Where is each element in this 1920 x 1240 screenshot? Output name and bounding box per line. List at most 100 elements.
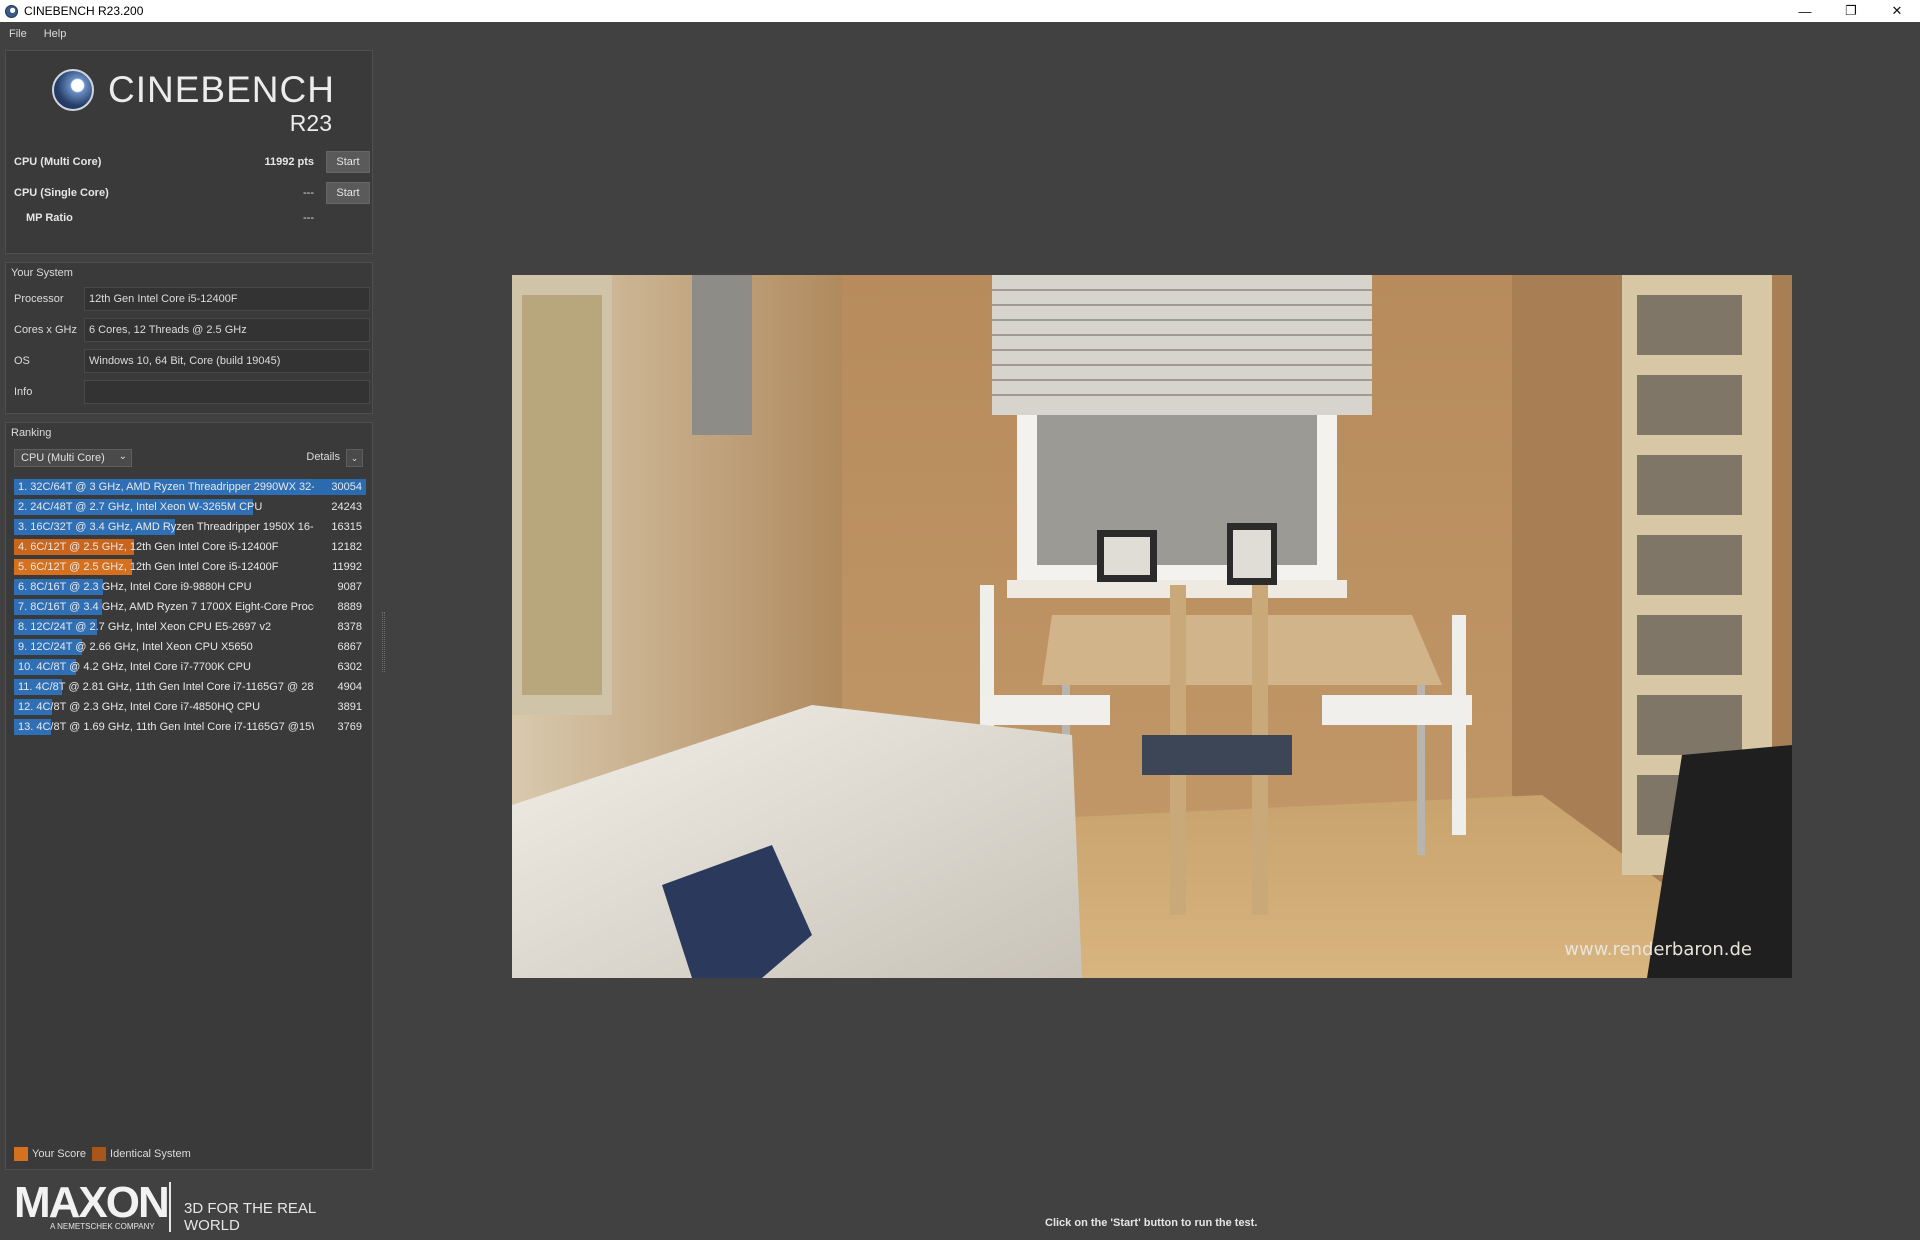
minimize-icon: — (1798, 3, 1812, 19)
maxon-slogan: 3D FOR THE REAL WORLD (184, 1200, 316, 1234)
ranking-list: 1. 32C/64T @ 3 GHz, AMD Ryzen Threadripp… (14, 477, 366, 737)
mp-ratio-label: MP Ratio (26, 212, 73, 224)
ranking-cpu-name: 12. 4C/8T @ 2.3 GHz, Intel Core i7-4850H… (18, 701, 261, 713)
mp-ratio-row: MP Ratio --- (26, 207, 370, 229)
ranking-cpu-name: 3. 16C/32T @ 3.4 GHz, AMD Ryzen Threadri… (18, 521, 314, 533)
ranking-score-value: 4904 (337, 681, 362, 693)
ranking-row[interactable]: 3. 16C/32T @ 3.4 GHz, AMD Ryzen Threadri… (14, 517, 366, 537)
chevron-down-icon: ⌄ (350, 452, 359, 463)
maxon-logo: MAXON (14, 1178, 170, 1227)
single-core-label: CPU (Single Core) (14, 187, 109, 199)
multi-core-label: CPU (Multi Core) (14, 156, 102, 168)
render-watermark: www.renderbaron.de (1564, 939, 1752, 960)
ranking-row[interactable]: 8. 12C/24T @ 2.7 GHz, Intel Xeon CPU E5-… (14, 617, 366, 637)
ranking-cpu-name: 1. 32C/64T @ 3 GHz, AMD Ryzen Threadripp… (18, 481, 314, 493)
ranking-cpu-name: 13. 4C/8T @ 1.69 GHz, 11th Gen Intel Cor… (18, 721, 314, 733)
window-controls: — ❐ ✕ (1782, 0, 1920, 22)
legend-identical-system: Identical System (92, 1147, 191, 1161)
info-label: Info (14, 386, 33, 398)
footer-divider (169, 1182, 171, 1232)
info-field[interactable] (84, 380, 370, 404)
ranking-cpu-name: 5. 6C/12T @ 2.5 GHz, 12th Gen Intel Core… (18, 561, 279, 573)
ranking-cpu-name: 9. 12C/24T @ 2.66 GHz, Intel Xeon CPU X5… (18, 641, 253, 653)
ranking-row[interactable]: 9. 12C/24T @ 2.66 GHz, Intel Xeon CPU X5… (14, 637, 366, 657)
menu-file[interactable]: File (9, 28, 27, 40)
menu-bar: File Help (0, 22, 80, 46)
processor-field: 12th Gen Intel Core i5-12400F (84, 287, 370, 311)
mp-ratio-value: --- (303, 212, 314, 224)
panel-splitter-handle[interactable] (382, 612, 385, 672)
ranking-row[interactable]: 7. 8C/16T @ 3.4 GHz, AMD Ryzen 7 1700X E… (14, 597, 366, 617)
legend-your-score: Your Score (14, 1147, 86, 1161)
ranking-cpu-name: 6. 8C/16T @ 2.3 GHz, Intel Core i9-9880H… (18, 581, 252, 593)
ranking-test-select[interactable]: CPU (Multi Core) ⌄ (14, 449, 132, 467)
close-button[interactable]: ✕ (1874, 0, 1920, 22)
multi-core-score: 11992 pts (264, 156, 314, 168)
os-row: OS Windows 10, 64 Bit, Core (build 19045… (14, 349, 370, 373)
render-preview-image: www.renderbaron.de (512, 275, 1792, 978)
legend-your-score-label: Your Score (32, 1148, 87, 1160)
multi-core-start-button[interactable]: Start (326, 151, 370, 173)
ranking-row[interactable]: 12. 4C/8T @ 2.3 GHz, Intel Core i7-4850H… (14, 697, 366, 717)
info-row: Info (14, 380, 370, 404)
ranking-row[interactable]: 11. 4C/8T @ 2.81 GHz, 11th Gen Intel Cor… (14, 677, 366, 697)
maxon-tagline: A NEMETSCHEK COMPANY (50, 1222, 155, 1231)
chevron-down-icon: ⌄ (118, 451, 127, 462)
cores-row: Cores x GHz 6 Cores, 12 Threads @ 2.5 GH… (14, 318, 370, 342)
ranking-row[interactable]: 5. 6C/12T @ 2.5 GHz, 12th Gen Intel Core… (14, 557, 366, 577)
legend-identical-swatch (92, 1147, 107, 1161)
restore-button[interactable]: ❐ (1828, 0, 1874, 22)
ranking-score-value: 24243 (331, 501, 362, 513)
render-preview: www.renderbaron.de (512, 275, 1792, 978)
ranking-cpu-name: 10. 4C/8T @ 4.2 GHz, Intel Core i7-7700K… (18, 661, 251, 673)
ranking-row[interactable]: 2. 24C/48T @ 2.7 GHz, Intel Xeon W-3265M… (14, 497, 366, 517)
single-core-score: --- (303, 187, 314, 199)
ranking-cpu-name: 11. 4C/8T @ 2.81 GHz, 11th Gen Intel Cor… (18, 681, 314, 693)
logo-version: R23 (289, 110, 332, 136)
ranking-score-value: 30054 (331, 481, 362, 493)
status-message: Click on the 'Start' button to run the t… (1045, 1217, 1258, 1229)
os-label: OS (14, 355, 30, 367)
multi-core-row: CPU (Multi Core) 11992 pts Start (14, 151, 370, 173)
ranking-panel: Ranking CPU (Multi Core) ⌄ Details ⌄ 1. … (5, 422, 373, 1170)
minimize-button[interactable]: — (1782, 0, 1828, 22)
ranking-score-value: 8378 (337, 621, 362, 633)
cores-label: Cores x GHz (14, 324, 77, 336)
ranking-row[interactable]: 13. 4C/8T @ 1.69 GHz, 11th Gen Intel Cor… (14, 717, 366, 737)
processor-row: Processor 12th Gen Intel Core i5-12400F (14, 287, 370, 311)
ranking-score-value: 3769 (337, 721, 362, 733)
ranking-score-value: 12182 (331, 541, 362, 553)
ranking-row[interactable]: 4. 6C/12T @ 2.5 GHz, 12th Gen Intel Core… (14, 537, 366, 557)
close-icon: ✕ (1891, 3, 1903, 18)
title-bar: CINEBENCH R23.200 — ❐ ✕ (0, 0, 1920, 22)
cinebench-app-icon (5, 4, 18, 18)
ranking-cpu-name: 2. 24C/48T @ 2.7 GHz, Intel Xeon W-3265M… (18, 501, 263, 513)
benchmark-panel: CINEBENCH R23 CPU (Multi Core) 11992 pts… (5, 50, 373, 254)
ranking-legend: Your Score Identical System (14, 1147, 197, 1161)
ranking-cpu-name: 4. 6C/12T @ 2.5 GHz, 12th Gen Intel Core… (18, 541, 279, 553)
ranking-score-value: 6302 (337, 661, 362, 673)
window-title: CINEBENCH R23.200 (24, 4, 144, 18)
ranking-score-value: 11992 (332, 561, 362, 573)
details-toggle-button[interactable]: ⌄ (346, 449, 363, 467)
ranking-row[interactable]: 10. 4C/8T @ 4.2 GHz, Intel Core i7-7700K… (14, 657, 366, 677)
cinebench-logo: CINEBENCH R23 (52, 63, 352, 136)
details-label: Details (306, 451, 340, 463)
logo-title: CINEBENCH (108, 69, 335, 110)
ranking-cpu-name: 7. 8C/16T @ 3.4 GHz, AMD Ryzen 7 1700X E… (18, 601, 314, 613)
ranking-cpu-name: 8. 12C/24T @ 2.7 GHz, Intel Xeon CPU E5-… (18, 621, 272, 633)
cores-field: 6 Cores, 12 Threads @ 2.5 GHz (84, 318, 370, 342)
your-system-title: Your System (11, 267, 73, 279)
menu-help[interactable]: Help (44, 28, 67, 40)
ranking-score-value: 16315 (331, 521, 362, 533)
restore-icon: ❐ (1845, 3, 1857, 18)
cinebench-logo-icon (52, 69, 94, 111)
ranking-row[interactable]: 6. 8C/16T @ 2.3 GHz, Intel Core i9-9880H… (14, 577, 366, 597)
single-core-start-button[interactable]: Start (326, 182, 370, 204)
maxon-footer: MAXON A NEMETSCHEK COMPANY 3D FOR THE RE… (14, 1178, 374, 1234)
ranking-score-value: 3891 (337, 701, 362, 713)
legend-your-score-swatch (14, 1147, 28, 1161)
your-system-panel: Your System Processor 12th Gen Intel Cor… (5, 262, 373, 414)
processor-label: Processor (14, 293, 64, 305)
ranking-row[interactable]: 1. 32C/64T @ 3 GHz, AMD Ryzen Threadripp… (14, 477, 366, 497)
